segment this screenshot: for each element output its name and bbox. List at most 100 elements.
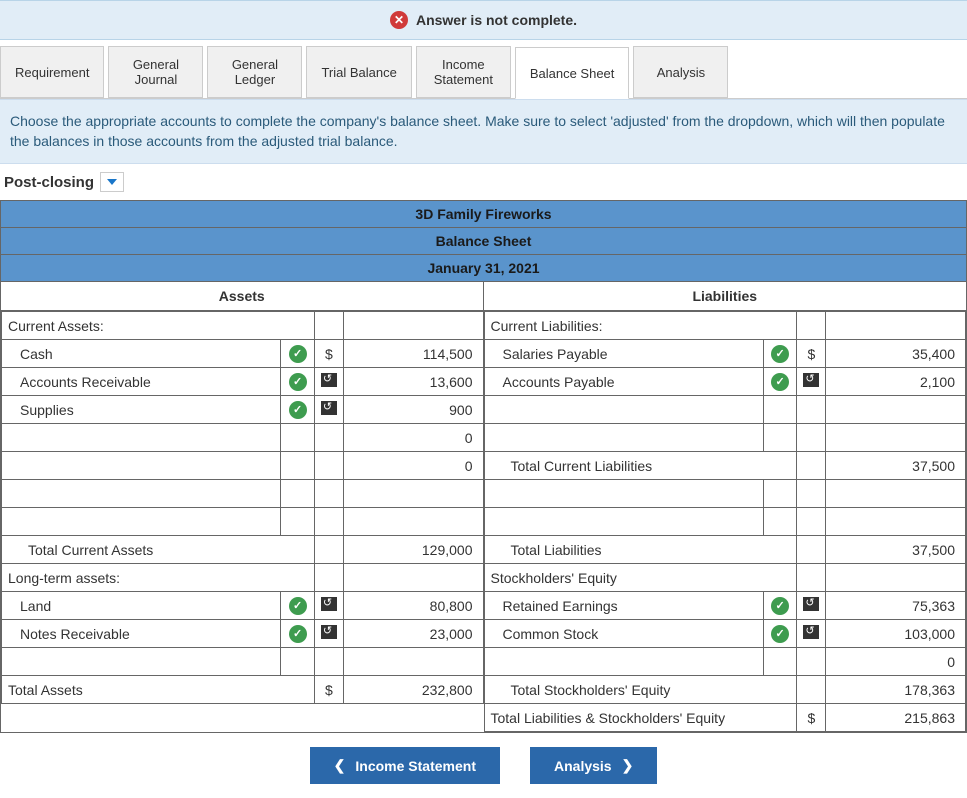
value-cell[interactable]: 0 [826, 648, 966, 676]
value-cell[interactable]: 80,800 [343, 592, 483, 620]
value-cell[interactable] [826, 508, 966, 536]
account-cell[interactable] [2, 648, 281, 676]
value-cell[interactable]: 23,000 [343, 620, 483, 648]
total-row: Total Liabilities 37,500 [484, 536, 966, 564]
tab-balance-sheet[interactable]: Balance Sheet [515, 47, 630, 99]
tab-analysis[interactable]: Analysis [633, 46, 728, 98]
total-stockholders-equity-label: Total Stockholders' Equity [484, 676, 797, 704]
account-cell[interactable]: Cash [2, 340, 281, 368]
table-row [484, 508, 966, 536]
account-cell[interactable] [484, 648, 763, 676]
value-cell[interactable]: 35,400 [826, 340, 966, 368]
table-row: Notes Receivable ✓ 23,000 [2, 620, 484, 648]
value-cell[interactable]: 114,500 [343, 340, 483, 368]
check-icon: ✓ [289, 625, 307, 643]
tab-income-statement[interactable]: Income Statement [416, 46, 511, 98]
value-cell[interactable]: 75,363 [826, 592, 966, 620]
flip-icon [321, 373, 337, 387]
total-row: Total Stockholders' Equity 178,363 [484, 676, 966, 704]
check-icon: ✓ [771, 345, 789, 363]
tab-general-ledger[interactable]: General Ledger [207, 46, 302, 98]
check-icon: ✓ [289, 373, 307, 391]
error-icon: ✕ [390, 11, 408, 29]
value-cell[interactable]: 0 [343, 424, 483, 452]
chevron-right-icon: ❯ [622, 757, 634, 774]
flip-icon [803, 597, 819, 611]
account-cell[interactable] [2, 480, 281, 508]
account-cell[interactable] [484, 396, 763, 424]
dollar-icon: $ [808, 346, 816, 362]
current-liabilities-label: Current Liabilities: [484, 312, 797, 340]
table-row: 0 [484, 648, 966, 676]
account-cell[interactable]: Notes Receivable [2, 620, 281, 648]
table-row: 0 [2, 424, 484, 452]
total-liabilities-label: Total Liabilities [484, 536, 797, 564]
current-assets-label: Current Assets: [2, 312, 315, 340]
table-row: Accounts Receivable ✓ 13,600 [2, 368, 484, 396]
nav-row: ❮Income Statement Analysis❯ [0, 733, 967, 798]
value-cell[interactable] [826, 424, 966, 452]
trial-balance-dropdown-row: Post-closing [0, 164, 967, 200]
value-cell[interactable] [826, 396, 966, 424]
account-cell[interactable]: Land [2, 592, 281, 620]
account-cell[interactable] [484, 424, 763, 452]
next-button[interactable]: Analysis❯ [530, 747, 657, 784]
flip-icon [321, 597, 337, 611]
value-cell[interactable] [343, 648, 483, 676]
check-icon: ✓ [771, 597, 789, 615]
dollar-icon: $ [325, 346, 333, 362]
check-icon: ✓ [289, 345, 307, 363]
account-cell[interactable] [2, 508, 281, 536]
flip-icon [321, 625, 337, 639]
table-row: Cash ✓ $114,500 [2, 340, 484, 368]
company-name: 3D Family Fireworks [1, 201, 966, 228]
table-row [484, 396, 966, 424]
value-cell[interactable]: 0 [343, 452, 483, 480]
value-cell[interactable]: 103,000 [826, 620, 966, 648]
prev-button[interactable]: ❮Income Statement [310, 747, 500, 784]
dropdown-toggle[interactable] [100, 172, 124, 192]
total-current-assets-label: Total Current Assets [2, 536, 315, 564]
value-cell[interactable]: 13,600 [343, 368, 483, 396]
value-cell[interactable]: 900 [343, 396, 483, 424]
dollar-icon: $ [808, 710, 816, 726]
section-row: Current Assets: [2, 312, 484, 340]
table-row: Accounts Payable ✓ 2,100 [484, 368, 966, 396]
flip-icon [321, 401, 337, 415]
account-cell[interactable] [2, 424, 281, 452]
account-cell[interactable]: Accounts Payable [484, 368, 763, 396]
total-row: Total Current Liabilities37,500 [484, 452, 966, 480]
check-icon: ✓ [771, 373, 789, 391]
total-assets-label: Total Assets [2, 676, 315, 704]
tab-trial-balance[interactable]: Trial Balance [306, 46, 411, 98]
account-cell[interactable]: Salaries Payable [484, 340, 763, 368]
account-cell[interactable] [2, 452, 281, 480]
alert-text: Answer is not complete. [416, 12, 577, 28]
check-icon: ✓ [289, 401, 307, 419]
total-row: Total Assets$232,800 [2, 676, 484, 704]
account-cell[interactable]: Accounts Receivable [2, 368, 281, 396]
table-row [2, 508, 484, 536]
total-liab-equity-label: Total Liabilities & Stockholders' Equity [484, 704, 797, 732]
tab-requirement[interactable]: Requirement [0, 46, 104, 98]
account-cell[interactable] [484, 508, 763, 536]
account-cell[interactable] [484, 480, 763, 508]
value-cell[interactable] [343, 480, 483, 508]
chevron-left-icon: ❮ [334, 757, 346, 774]
account-cell[interactable]: Common Stock [484, 620, 763, 648]
total-row: Total Liabilities & Stockholders' Equity… [484, 704, 966, 732]
chevron-down-icon [107, 179, 117, 185]
value-cell: 178,363 [826, 676, 966, 704]
value-cell[interactable] [826, 480, 966, 508]
flip-icon [803, 625, 819, 639]
value-cell[interactable]: 2,100 [826, 368, 966, 396]
table-row [484, 424, 966, 452]
tab-general-journal[interactable]: General Journal [108, 46, 203, 98]
value-cell[interactable] [343, 508, 483, 536]
account-cell[interactable]: Supplies [2, 396, 281, 424]
value-cell: 37,500 [826, 536, 966, 564]
table-row: Retained Earnings ✓ 75,363 [484, 592, 966, 620]
stockholders-equity-label: Stockholders' Equity [484, 564, 797, 592]
balance-sheet: 3D Family Fireworks Balance Sheet Januar… [0, 200, 967, 733]
account-cell[interactable]: Retained Earnings [484, 592, 763, 620]
